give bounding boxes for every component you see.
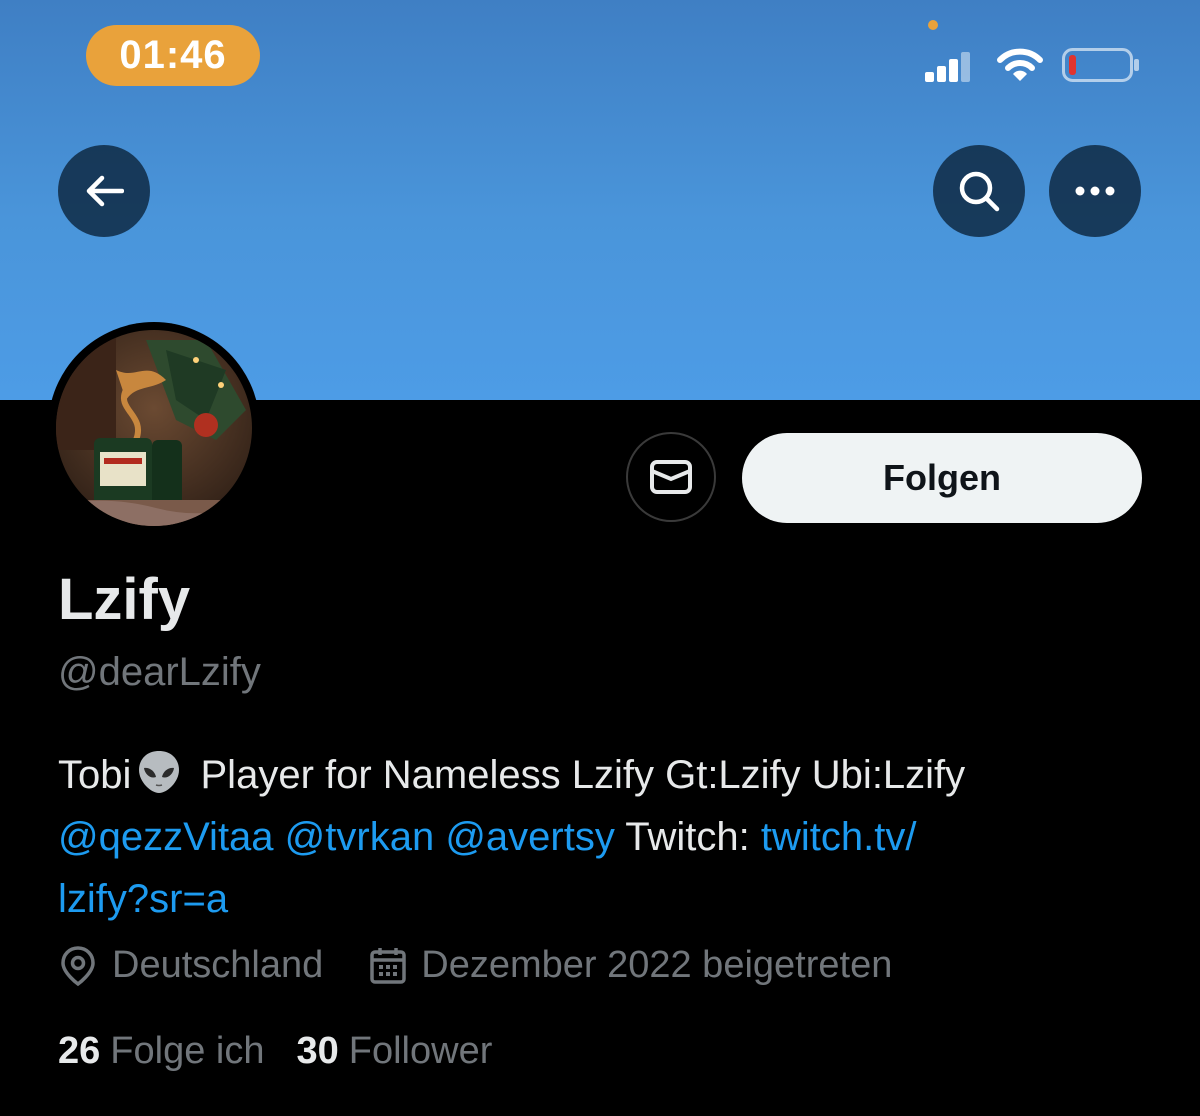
mention-link[interactable]: @qezzVitaa <box>58 815 274 859</box>
signal-icon <box>925 52 970 82</box>
twitch-link[interactable]: twitch.tv/ <box>761 815 917 859</box>
follow-button[interactable]: Folgen <box>742 433 1142 523</box>
message-button[interactable] <box>626 432 716 522</box>
following-label: Folge ich <box>110 1030 265 1072</box>
join-date-text: Dezember 2022 beigetreten <box>421 944 893 986</box>
mention-link[interactable]: @tvrkan <box>285 815 435 859</box>
back-arrow-icon <box>86 175 124 207</box>
search-button[interactable] <box>933 145 1025 237</box>
followers-link[interactable]: 30 Follower <box>296 1030 492 1073</box>
location-text: Deutschland <box>112 944 324 986</box>
avatar[interactable] <box>48 322 260 534</box>
bio-text: Player for Nameless Lzify Gt:Lzify Ubi:L… <box>189 753 966 797</box>
back-button[interactable] <box>58 145 150 237</box>
more-button[interactable] <box>1049 145 1141 237</box>
camera-indicator <box>928 20 938 30</box>
wifi-icon <box>997 48 1043 81</box>
profile-stats: 26 Folge ich 30 Follower <box>58 1030 492 1073</box>
status-time: 01:46 <box>86 25 260 86</box>
mail-icon <box>650 460 692 494</box>
search-icon <box>959 171 1000 212</box>
battery-icon <box>1062 48 1139 82</box>
bio: Tobi Player for Nameless Lzify Gt:Lzify … <box>58 744 1158 930</box>
location-pin-icon <box>61 945 95 986</box>
profile-meta: Deutschland Dezember 2022 beigetreten <box>58 944 892 987</box>
more-icon <box>1075 186 1115 196</box>
mention-link[interactable]: @avertsy <box>445 815 615 859</box>
twitch-link[interactable]: lzify?sr=a <box>58 877 228 921</box>
following-count: 26 <box>58 1030 101 1072</box>
user-handle: @dearLzify <box>58 650 261 694</box>
avatar-image <box>56 330 252 526</box>
followers-label: Follower <box>348 1030 493 1072</box>
display-name: Lzify <box>58 567 191 632</box>
join-date: Dezember 2022 beigetreten <box>369 944 892 987</box>
bio-text: Tobi <box>58 753 132 797</box>
following-link[interactable]: 26 Folge ich <box>58 1030 264 1073</box>
location: Deutschland <box>58 944 323 987</box>
followers-count: 30 <box>296 1030 339 1072</box>
bio-text: Twitch: <box>614 815 761 859</box>
calendar-icon <box>370 947 406 984</box>
alien-emoji-icon <box>139 751 180 793</box>
